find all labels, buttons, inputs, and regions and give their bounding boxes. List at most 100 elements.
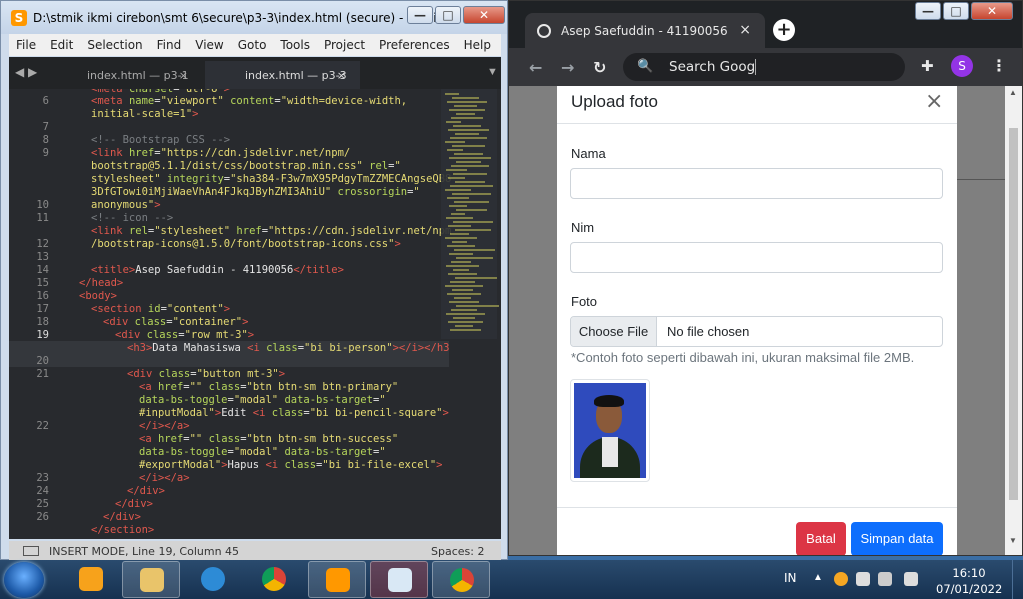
- media-player-icon: [79, 567, 103, 591]
- sublime-title-bar[interactable]: S D:\stmik ikmi cirebon\smt 6\secure\p3-…: [1, 1, 507, 34]
- forward-arrow-icon[interactable]: →: [561, 58, 574, 77]
- taskbar-snipping-tool[interactable]: [370, 561, 428, 598]
- tab-close-icon[interactable]: ×: [337, 69, 346, 82]
- code-editor[interactable]: 6 7 8 9 10 11 12 13 14 15 16 17 18 19 20 21 22 23 24 25 26 <…: [9, 89, 501, 539]
- menu-file[interactable]: File: [9, 38, 43, 52]
- nama-label: Nama: [571, 146, 606, 161]
- foto-label: Foto: [571, 294, 598, 309]
- show-hidden-icons-icon[interactable]: ▲: [813, 572, 823, 583]
- minimize-button[interactable]: —: [407, 6, 433, 24]
- tab-label: index.html — p3-3: [245, 69, 347, 82]
- status-indentation[interactable]: Spaces: 2: [431, 545, 484, 558]
- maximize-button[interactable]: □: [435, 6, 461, 24]
- taskbar-chrome-profile[interactable]: [432, 561, 490, 598]
- save-data-button[interactable]: Simpan data: [851, 522, 943, 555]
- minimap-line: [446, 265, 479, 267]
- menu-goto[interactable]: Goto: [231, 38, 274, 52]
- minimap-line: [454, 297, 471, 299]
- minimap-line: [446, 313, 485, 315]
- nim-input[interactable]: [570, 242, 943, 273]
- tab-nav-arrows-icon[interactable]: ◀ ▶: [15, 65, 37, 79]
- minimap-line: [445, 93, 459, 95]
- action-center-flag-icon[interactable]: [856, 572, 870, 586]
- foto-file-input[interactable]: Choose File No file chosen: [570, 316, 943, 347]
- panel-toggle-icon[interactable]: [23, 546, 39, 556]
- taskbar-sublime[interactable]: [308, 561, 366, 598]
- upload-hint: *Contoh foto seperti dibawah ini, ukuran…: [571, 350, 915, 365]
- taskbar-media-player[interactable]: [62, 561, 120, 598]
- internet-explorer-icon: [201, 567, 225, 591]
- snipping-tool-icon: [388, 568, 412, 592]
- nama-input[interactable]: [570, 168, 943, 199]
- choose-file-button[interactable]: Choose File: [571, 317, 657, 346]
- kebab-menu-icon[interactable]: ⋮: [991, 56, 1007, 75]
- menu-project[interactable]: Project: [317, 38, 372, 52]
- tab-dropdown-icon[interactable]: ▼: [487, 66, 498, 78]
- maximize-button[interactable]: □: [943, 2, 969, 20]
- minimap-line: [447, 245, 475, 247]
- menu-selection[interactable]: Selection: [80, 38, 149, 52]
- code-minimap[interactable]: [441, 89, 499, 339]
- minimap-line: [453, 173, 487, 175]
- minimap-line: [452, 145, 485, 147]
- code-content[interactable]: <meta charset="utf-8"> <meta name="viewp…: [9, 89, 451, 539]
- reload-icon[interactable]: ↻: [593, 58, 606, 77]
- tab-close-icon[interactable]: ×: [179, 69, 188, 82]
- minimap-line: [445, 141, 465, 143]
- taskbar-chrome[interactable]: [245, 561, 303, 598]
- menu-preferences[interactable]: Preferences: [372, 38, 457, 52]
- profile-avatar[interactable]: S: [951, 55, 973, 77]
- file-status-text: No file chosen: [667, 324, 750, 339]
- tab-index-p3-3[interactable]: index.html — p3-3 ×: [205, 61, 360, 89]
- taskbar-explorer[interactable]: [122, 561, 180, 598]
- menu-help[interactable]: Help: [457, 38, 498, 52]
- scroll-down-icon[interactable]: ▼: [1009, 536, 1017, 545]
- scrollbar-thumb[interactable]: [1009, 128, 1018, 500]
- chrome-tab-strip: Asep Saefuddin - 41190056 × + — □ ✕: [509, 1, 1022, 48]
- minimap-line: [447, 149, 463, 151]
- background-divider: [955, 179, 1005, 180]
- globe-icon: [537, 24, 551, 38]
- close-button[interactable]: ✕: [463, 6, 505, 24]
- text-caret: [755, 59, 756, 75]
- language-indicator[interactable]: IN: [784, 571, 797, 585]
- menu-tools[interactable]: Tools: [273, 38, 317, 52]
- minimap-line: [450, 281, 475, 283]
- chrome-icon: [262, 567, 286, 591]
- browser-tab[interactable]: Asep Saefuddin - 41190056 ×: [525, 13, 765, 48]
- modal-header-divider: [557, 123, 957, 124]
- menu-find[interactable]: Find: [150, 38, 189, 52]
- tab-close-icon[interactable]: ×: [739, 22, 751, 38]
- tray-app-icon[interactable]: [834, 572, 848, 586]
- new-tab-button[interactable]: +: [773, 19, 795, 41]
- taskbar-ie[interactable]: [184, 561, 242, 598]
- folder-icon: [140, 568, 164, 592]
- clock-date: 07/01/2022: [936, 582, 1003, 596]
- back-arrow-icon[interactable]: ←: [529, 58, 542, 77]
- menu-edit[interactable]: Edit: [43, 38, 80, 52]
- minimap-line: [455, 277, 497, 279]
- system-clock[interactable]: 16:10 07/01/2022: [936, 565, 1002, 597]
- network-icon[interactable]: [878, 572, 892, 586]
- show-desktop-button[interactable]: [1012, 560, 1023, 599]
- minimap-line: [450, 137, 487, 139]
- modal-title: Upload foto: [571, 92, 658, 111]
- close-button[interactable]: ✕: [971, 2, 1013, 20]
- example-photo-thumbnail: [570, 379, 650, 482]
- modal-close-icon[interactable]: ×: [925, 89, 943, 114]
- minimap-line: [447, 101, 487, 103]
- cancel-button[interactable]: Batal: [796, 522, 846, 555]
- scroll-up-icon[interactable]: ▲: [1009, 88, 1017, 97]
- address-bar[interactable]: 🔍 Search Goog: [623, 53, 905, 81]
- minimize-button[interactable]: —: [915, 2, 941, 20]
- start-button[interactable]: [4, 562, 44, 598]
- menu-view[interactable]: View: [188, 38, 230, 52]
- extensions-puzzle-icon[interactable]: ✚: [921, 57, 934, 75]
- tab-index-p3-1[interactable]: index.html — p3-1 ×: [47, 61, 202, 89]
- page-scrollbar[interactable]: ▲ ▼: [1005, 86, 1022, 555]
- minimap-line: [453, 269, 469, 271]
- minimap-line: [456, 305, 499, 307]
- volume-icon[interactable]: [904, 572, 918, 586]
- chrome-toolbar: ← → ↻ 🔍 Search Goog ✚ S ⋮: [509, 48, 1022, 86]
- minimap-line: [448, 225, 471, 227]
